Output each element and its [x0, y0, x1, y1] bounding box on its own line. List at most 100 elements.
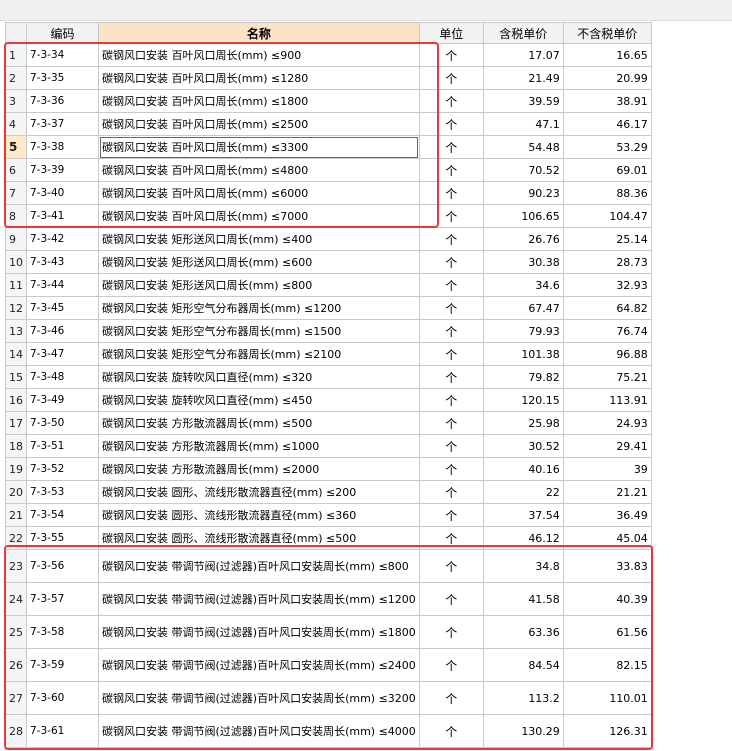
- unit-cell[interactable]: 个: [418, 648, 484, 682]
- unit-cell[interactable]: 个: [418, 681, 484, 715]
- notax-price-cell[interactable]: 32.93: [562, 273, 652, 297]
- unit-cell[interactable]: 个: [418, 319, 484, 343]
- unit-cell[interactable]: 个: [418, 66, 484, 90]
- code-cell[interactable]: 7-3-42: [26, 227, 99, 251]
- tax-price-cell[interactable]: 22: [482, 480, 564, 504]
- notax-price-cell[interactable]: 40.39: [562, 582, 652, 616]
- name-cell[interactable]: 碳钢风口安装 百叶风口周长(mm) ≤7000: [98, 204, 420, 228]
- code-cell[interactable]: 7-3-51: [26, 434, 99, 458]
- unit-cell[interactable]: 个: [418, 582, 484, 616]
- name-cell[interactable]: 碳钢风口安装 带调节阀(过滤器)百叶风口安装周长(mm) ≤3200: [98, 681, 420, 715]
- unit-cell[interactable]: 个: [418, 411, 484, 435]
- row-number[interactable]: 13: [5, 319, 27, 343]
- notax-price-cell[interactable]: 104.47: [562, 204, 652, 228]
- row-number[interactable]: 5: [5, 135, 27, 159]
- table-row[interactable]: 25 7-3-58 碳钢风口安装 带调节阀(过滤器)百叶风口安装周长(mm) ≤18…: [5, 615, 652, 649]
- unit-cell[interactable]: 个: [418, 227, 484, 251]
- notax-price-cell[interactable]: 29.41: [562, 434, 652, 458]
- row-number[interactable]: 11: [5, 273, 27, 297]
- notax-price-cell[interactable]: 75.21: [562, 365, 652, 389]
- tax-price-cell[interactable]: 130.29: [482, 714, 564, 748]
- code-cell[interactable]: 7-3-36: [26, 89, 99, 113]
- name-cell[interactable]: 碳钢风口安装 带调节阀(过滤器)百叶风口安装周长(mm) ≤2400: [98, 648, 420, 682]
- code-cell[interactable]: 7-3-54: [26, 503, 99, 527]
- tax-price-cell[interactable]: 37.54: [482, 503, 564, 527]
- table-row[interactable]: 26 7-3-59 碳钢风口安装 带调节阀(过滤器)百叶风口安装周长(mm) ≤24…: [5, 648, 652, 682]
- name-cell[interactable]: 碳钢风口安装 旋转吹风口直径(mm) ≤320: [98, 365, 420, 389]
- row-number[interactable]: 12: [5, 296, 27, 320]
- table-row[interactable]: 10 7-3-43 碳钢风口安装 矩形送风口周长(mm) ≤600 个 30.38 28.…: [5, 250, 652, 274]
- tax-price-cell[interactable]: 90.23: [482, 181, 564, 205]
- code-cell[interactable]: 7-3-55: [26, 526, 99, 550]
- row-number[interactable]: 24: [5, 582, 27, 616]
- code-cell[interactable]: 7-3-39: [26, 158, 99, 182]
- tax-price-cell[interactable]: 30.52: [482, 434, 564, 458]
- table-row[interactable]: 22 7-3-55 碳钢风口安装 圆形、流线形散流器直径(mm) ≤500 个 46.1…: [5, 526, 652, 550]
- name-cell[interactable]: 碳钢风口安装 方形散流器周长(mm) ≤2000: [98, 457, 420, 481]
- tax-price-cell[interactable]: 34.6: [482, 273, 564, 297]
- code-cell[interactable]: 7-3-57: [26, 582, 99, 616]
- name-cell[interactable]: 碳钢风口安装 圆形、流线形散流器直径(mm) ≤200: [98, 480, 420, 504]
- table-row[interactable]: 16 7-3-49 碳钢风口安装 旋转吹风口直径(mm) ≤450 个 120.15 11…: [5, 388, 652, 412]
- table-row[interactable]: 8 7-3-41 碳钢风口安装 百叶风口周长(mm) ≤7000 个 106.65 104…: [5, 204, 652, 228]
- unit-cell[interactable]: 个: [418, 112, 484, 136]
- tax-price-cell[interactable]: 79.82: [482, 365, 564, 389]
- row-number[interactable]: 2: [5, 66, 27, 90]
- unit-cell[interactable]: 个: [418, 158, 484, 182]
- notax-price-cell[interactable]: 88.36: [562, 181, 652, 205]
- name-cell[interactable]: 碳钢风口安装 百叶风口周长(mm) ≤6000: [98, 181, 420, 205]
- name-cell[interactable]: 碳钢风口安装 百叶风口周长(mm) ≤2500: [98, 112, 420, 136]
- unit-cell[interactable]: 个: [418, 549, 484, 583]
- tax-price-cell[interactable]: 17.07: [482, 43, 564, 67]
- code-cell[interactable]: 7-3-46: [26, 319, 99, 343]
- unit-cell[interactable]: 个: [418, 480, 484, 504]
- tax-price-cell[interactable]: 39.59: [482, 89, 564, 113]
- row-number[interactable]: 14: [5, 342, 27, 366]
- unit-cell[interactable]: 个: [418, 388, 484, 412]
- row-number[interactable]: 6: [5, 158, 27, 182]
- code-cell[interactable]: 7-3-59: [26, 648, 99, 682]
- table-row[interactable]: 2 7-3-35 碳钢风口安装 百叶风口周长(mm) ≤1280 个 21.49 20.9…: [5, 66, 652, 90]
- row-number[interactable]: 10: [5, 250, 27, 274]
- table-row[interactable]: 23 7-3-56 碳钢风口安装 带调节阀(过滤器)百叶风口安装周长(mm) ≤80…: [5, 549, 652, 583]
- tax-price-column-header[interactable]: 含税单价: [482, 22, 564, 44]
- name-cell[interactable]: 碳钢风口安装 矩形送风口周长(mm) ≤600: [98, 250, 420, 274]
- unit-cell[interactable]: 个: [418, 181, 484, 205]
- code-cell[interactable]: 7-3-53: [26, 480, 99, 504]
- row-number[interactable]: 9: [5, 227, 27, 251]
- tax-price-cell[interactable]: 47.1: [482, 112, 564, 136]
- unit-cell[interactable]: 个: [418, 250, 484, 274]
- unit-cell[interactable]: 个: [418, 503, 484, 527]
- notax-price-column-header[interactable]: 不含税单价: [562, 22, 652, 44]
- unit-cell[interactable]: 个: [418, 135, 484, 159]
- code-cell[interactable]: 7-3-52: [26, 457, 99, 481]
- notax-price-cell[interactable]: 126.31: [562, 714, 652, 748]
- unit-cell[interactable]: 个: [418, 296, 484, 320]
- name-cell[interactable]: 碳钢风口安装 方形散流器周长(mm) ≤1000: [98, 434, 420, 458]
- table-row[interactable]: 12 7-3-45 碳钢风口安装 矩形空气分布器周长(mm) ≤1200 个 67.47…: [5, 296, 652, 320]
- name-cell[interactable]: 碳钢风口安装 旋转吹风口直径(mm) ≤450: [98, 388, 420, 412]
- tax-price-cell[interactable]: 67.47: [482, 296, 564, 320]
- name-cell[interactable]: 碳钢风口安装 带调节阀(过滤器)百叶风口安装周长(mm) ≤800: [98, 549, 420, 583]
- unit-cell[interactable]: 个: [418, 714, 484, 748]
- code-cell[interactable]: 7-3-60: [26, 681, 99, 715]
- tax-price-cell[interactable]: 106.65: [482, 204, 564, 228]
- tax-price-cell[interactable]: 63.36: [482, 615, 564, 649]
- code-cell[interactable]: 7-3-49: [26, 388, 99, 412]
- table-row[interactable]: 24 7-3-57 碳钢风口安装 带调节阀(过滤器)百叶风口安装周长(mm) ≤12…: [5, 582, 652, 616]
- unit-cell[interactable]: 个: [418, 457, 484, 481]
- unit-cell[interactable]: 个: [418, 43, 484, 67]
- notax-price-cell[interactable]: 113.91: [562, 388, 652, 412]
- unit-cell[interactable]: 个: [418, 365, 484, 389]
- tax-price-cell[interactable]: 34.8: [482, 549, 564, 583]
- unit-cell[interactable]: 个: [418, 273, 484, 297]
- code-column-header[interactable]: 编码: [26, 22, 99, 44]
- name-cell[interactable]: 碳钢风口安装 百叶风口周长(mm) ≤4800: [98, 158, 420, 182]
- table-row[interactable]: 9 7-3-42 碳钢风口安装 矩形送风口周长(mm) ≤400 个 26.76 25.1…: [5, 227, 652, 251]
- row-number[interactable]: 17: [5, 411, 27, 435]
- name-cell[interactable]: 碳钢风口安装 带调节阀(过滤器)百叶风口安装周长(mm) ≤4000: [98, 714, 420, 748]
- row-number[interactable]: 19: [5, 457, 27, 481]
- notax-price-cell[interactable]: 21.21: [562, 480, 652, 504]
- notax-price-cell[interactable]: 110.01: [562, 681, 652, 715]
- notax-price-cell[interactable]: 45.04: [562, 526, 652, 550]
